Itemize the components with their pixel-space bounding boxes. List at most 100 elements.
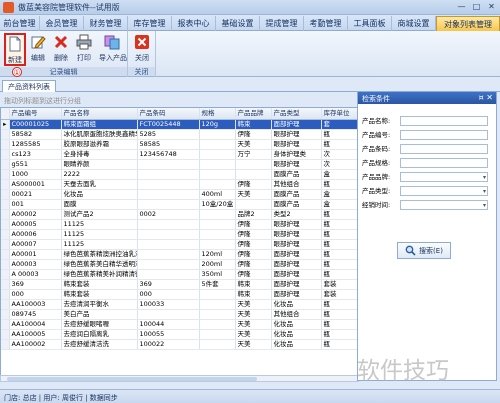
new-button[interactable]: 新建 [4, 33, 26, 66]
table-row[interactable]: A00003绿色芭蕉茶美白精华透明液 500g 200ml伊隆面部护理瓶 [1, 259, 358, 270]
search-field-select[interactable]: ▾ [400, 186, 488, 196]
column-header[interactable]: 规格 [199, 108, 236, 120]
search-button[interactable]: 搜索(E) [397, 242, 451, 259]
row-indicator[interactable] [1, 249, 10, 260]
table-row[interactable]: A00005 11125 伊隆 眼部护理瓶 [1, 219, 358, 230]
search-field-input[interactable] [400, 144, 488, 154]
chevron-down-icon[interactable]: ▾ [483, 173, 486, 182]
table-row[interactable]: A00002 测试产品2 0002 品牌2 类型2 瓶 [1, 209, 358, 220]
column-header[interactable]: 库存单位 [321, 108, 358, 120]
row-indicator[interactable] [1, 269, 10, 280]
table-cell: A00007 [9, 239, 62, 250]
search-field-input[interactable] [400, 116, 488, 126]
row-indicator[interactable] [1, 199, 10, 210]
row-indicator[interactable] [1, 339, 10, 350]
table-cell: 58582 [9, 129, 62, 140]
row-indicator[interactable] [1, 179, 10, 190]
menu-tab-2[interactable]: 财务管理 [84, 16, 128, 31]
tab-product-list[interactable]: 产品资料列表 [2, 80, 56, 92]
row-indicator[interactable] [1, 229, 10, 240]
scrollbar-thumb[interactable] [7, 377, 257, 381]
table-row[interactable]: ▸ C00001025 韩束面霜组 FCT0025448 120g 韩束 面部护理套 [1, 119, 358, 130]
table-row[interactable]: A00006 11125 伊隆 眼部护理瓶 [1, 229, 358, 240]
table-row[interactable]: g551 眼睛养颜 眼部护理次 [1, 159, 358, 170]
row-indicator[interactable] [1, 189, 10, 200]
table-row[interactable]: 1000 2222 面膜产品盒 [1, 169, 358, 180]
row-indicator[interactable] [1, 129, 10, 140]
ribbon-group-caption-close: 关闭 [128, 67, 155, 76]
table-row[interactable]: A 00003绿色芭蕉茶精美补润精清微液 500g 350ml伊隆面部护理瓶 [1, 269, 358, 280]
search-field-select[interactable]: ▾ [400, 172, 488, 182]
product-grid[interactable]: 产品编号 产品名称 产品条码 规格 产品品牌 产品类型 库存单位 ▸ C00001025 韩束面… [0, 107, 359, 381]
table-cell: 瓶 [321, 249, 358, 260]
column-header[interactable]: 产品编号 [9, 108, 62, 120]
chevron-down-icon[interactable]: ▾ [483, 201, 486, 210]
row-indicator[interactable] [1, 239, 10, 250]
row-indicator[interactable] [1, 299, 10, 310]
print-button[interactable]: 打印 [73, 33, 95, 66]
table-row[interactable]: 00021 化妆品 400ml 天美 面膜产品盒 [1, 189, 358, 200]
column-header[interactable]: 产品类型 [271, 108, 322, 120]
delete-button[interactable]: 删除 [50, 33, 72, 66]
column-header[interactable] [1, 108, 10, 120]
table-cell: 瓶 [321, 269, 358, 280]
search-field-input[interactable] [400, 130, 488, 140]
table-cell: 天美 [235, 319, 272, 330]
table-row[interactable]: 58582 冰化肌原蛋胞炫肤奥鑫精华 5285 伊隆 眼部护理瓶 [1, 129, 358, 140]
chevron-down-icon[interactable]: ▾ [483, 187, 486, 196]
table-row[interactable]: AA100005 去痘润白隔离乳 100055 天美 化妆品瓶 [1, 329, 358, 340]
close-tab-button[interactable]: 关闭 [131, 33, 153, 66]
search-field-input[interactable] [400, 158, 488, 168]
table-row[interactable]: AS000001 天蚕去面乳 伊隆 其他组合瓶 [1, 179, 358, 190]
maximize-button[interactable]: □ [470, 1, 483, 13]
table-row[interactable]: 369 韩束套装 369 5件套 韩束 面部护理 套装 [1, 279, 358, 290]
row-indicator[interactable] [1, 309, 10, 320]
menu-tab-7[interactable]: 考勤管理 [304, 16, 348, 31]
menu-tab-8[interactable]: 工具面板 [348, 16, 392, 31]
row-indicator[interactable] [1, 219, 10, 230]
table-row[interactable]: 001 面膜 10盒/20盒 面膜产品盒 [1, 199, 358, 210]
column-header[interactable]: 产品名称 [61, 108, 138, 120]
table-cell [199, 149, 236, 160]
menu-tab-6[interactable]: 提成管理 [260, 16, 304, 31]
row-indicator[interactable] [1, 319, 10, 330]
table-row[interactable]: 1285585 胶原眼部滋养霜 58585 天美 眼部护理瓶 [1, 139, 358, 150]
window-controls: — □ ✕ [455, 1, 498, 13]
close-button-label: 关闭 [135, 54, 149, 62]
row-indicator[interactable] [1, 209, 10, 220]
table-row[interactable]: AA100002 去痘舒缓清洁洗 100022 天美 化妆品瓶 [1, 339, 358, 350]
row-indicator[interactable] [1, 289, 10, 300]
menu-tab-4[interactable]: 报表中心 [172, 16, 216, 31]
table-row[interactable]: 089745 美白产品 天美 其他组合瓶 [1, 309, 358, 320]
menu-tab-10[interactable]: 对象列表管理 [436, 16, 500, 31]
table-row[interactable]: 000 韩束套装 000 韩束 面部护理 套装 [1, 289, 358, 300]
menu-tab-1[interactable]: 会员管理 [40, 16, 84, 31]
edit-button[interactable]: 编辑 [27, 33, 49, 66]
row-indicator[interactable] [1, 149, 10, 160]
menu-tab-3[interactable]: 库存管理 [128, 16, 172, 31]
panel-pin-close-icon[interactable]: ¤ ✕ [479, 93, 493, 102]
table-row[interactable]: A00001绿色芭蕉茶精澳洲控油乳液 500g 120ml伊隆面部护理瓶 [1, 249, 358, 260]
horizontal-scrollbar[interactable] [0, 375, 359, 382]
row-indicator[interactable] [1, 139, 10, 150]
column-header[interactable]: 产品品牌 [235, 108, 272, 120]
table-row[interactable]: AA100004 去痘舒缓眼啫喱 100044 天美 化妆品瓶 [1, 319, 358, 330]
search-field-select[interactable]: ▾ [400, 200, 488, 210]
row-indicator[interactable] [1, 279, 10, 290]
column-header[interactable]: 产品条码 [137, 108, 200, 120]
table-row[interactable]: AA100003 去痘清润平衡水 100033 天美 化妆品瓶 [1, 299, 358, 310]
minimize-button[interactable]: — [455, 1, 468, 13]
table-cell [199, 169, 236, 180]
table-row[interactable]: A00007 11125 伊隆 眼部护理瓶 [1, 239, 358, 250]
row-indicator[interactable]: ▸ [1, 119, 10, 130]
table-row[interactable]: cs123 全身排毒 123456748 万宁 身体护理类次 [1, 149, 358, 160]
row-indicator[interactable] [1, 259, 10, 270]
close-window-button[interactable]: ✕ [485, 1, 498, 13]
menu-tab-9[interactable]: 商城设置 [392, 16, 436, 31]
import-product-button[interactable]: 导入产品 [99, 33, 127, 66]
row-indicator[interactable] [1, 169, 10, 180]
menu-tab-5[interactable]: 基础设置 [216, 16, 260, 31]
row-indicator[interactable] [1, 329, 10, 340]
row-indicator[interactable] [1, 159, 10, 170]
menu-tab-0[interactable]: 前台管理 [0, 16, 40, 31]
